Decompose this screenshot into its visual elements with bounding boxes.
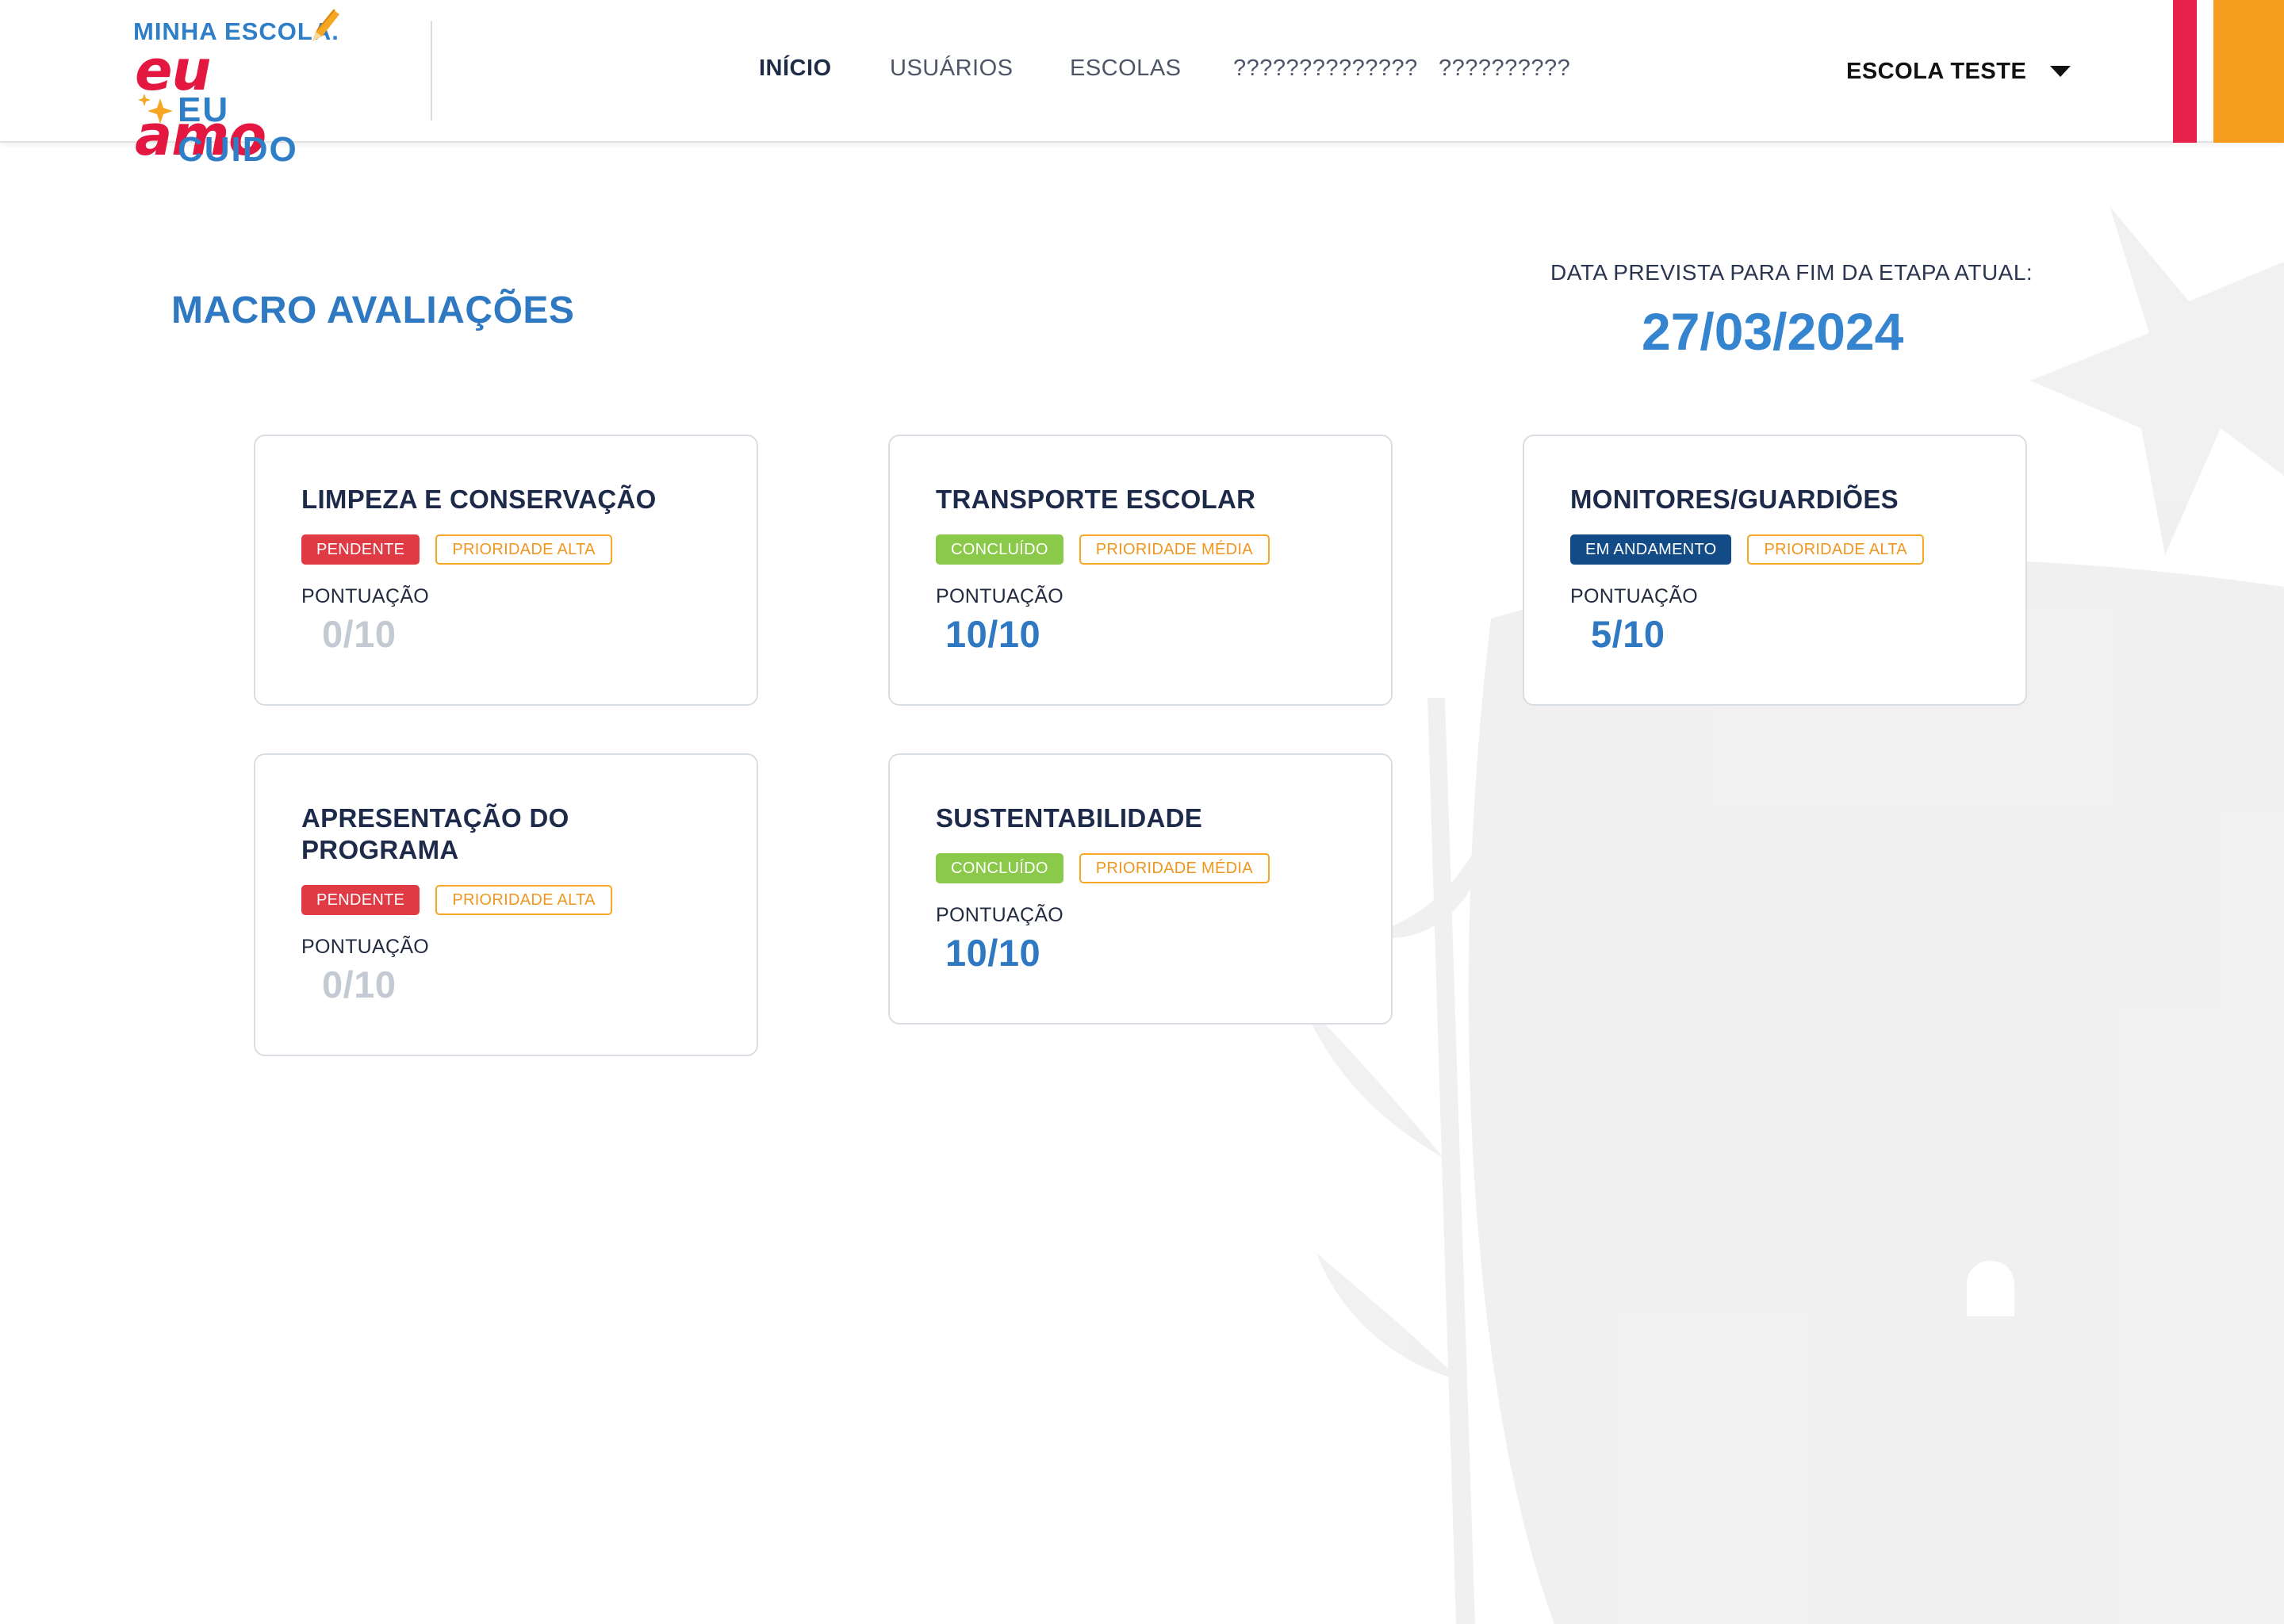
status-badge: CONCLUÍDO — [936, 853, 1063, 883]
evaluation-card-sustentabilidade[interactable]: SUSTENTABILIDADE CONCLUÍDO PRIORIDADE MÉ… — [888, 753, 1393, 1025]
card-badges: CONCLUÍDO PRIORIDADE MÉDIA — [936, 534, 1270, 565]
sparkle-icon — [138, 94, 173, 124]
logo-line-3: EU CUIDO — [178, 90, 298, 169]
card-badges: CONCLUÍDO PRIORIDADE MÉDIA — [936, 853, 1270, 883]
evaluation-card-transporte[interactable]: TRANSPORTE ESCOLAR CONCLUÍDO PRIORIDADE … — [888, 435, 1393, 706]
score-label: PONTUAÇÃO — [936, 904, 1064, 926]
score-label: PONTUAÇÃO — [936, 585, 1064, 607]
status-badge: EM ANDAMENTO — [1570, 534, 1732, 565]
score-value: 0/10 — [322, 613, 397, 655]
priority-badge: PRIORIDADE ALTA — [1747, 534, 1924, 565]
priority-badge: PRIORIDADE ALTA — [435, 534, 612, 565]
deadline-label: DATA PREVISTA PARA FIM DA ETAPA ATUAL: — [1550, 260, 2033, 285]
card-badges: PENDENTE PRIORIDADE ALTA — [301, 534, 612, 565]
deadline-date: 27/03/2024 — [1642, 302, 1904, 361]
decorative-stripe-orange — [2213, 0, 2284, 143]
priority-badge: PRIORIDADE MÉDIA — [1079, 853, 1270, 883]
card-title: SUSTENTABILIDADE — [936, 803, 1203, 833]
evaluation-card-apresentacao[interactable]: APRESENTAÇÃO DO PROGRAMA PENDENTE PRIORI… — [254, 753, 758, 1056]
nav-item-unknown-1[interactable]: ?????????????? — [1233, 56, 1418, 82]
city-coat-of-arms-watermark — [1301, 206, 2284, 1624]
card-title: LIMPEZA E CONSERVAÇÃO — [301, 485, 657, 514]
status-badge: PENDENTE — [301, 885, 420, 915]
score-label: PONTUAÇÃO — [301, 936, 430, 958]
score-value: 0/10 — [322, 963, 397, 1005]
card-title: APRESENTAÇÃO DO PROGRAMA — [301, 803, 569, 864]
school-selector-value: ESCOLA TESTE — [1846, 58, 2027, 84]
status-badge: PENDENTE — [301, 534, 420, 565]
card-badges: EM ANDAMENTO PRIORIDADE ALTA — [1570, 534, 1924, 565]
card-title: MONITORES/GUARDIÕES — [1570, 485, 1899, 514]
score-value: 5/10 — [1591, 613, 1665, 655]
top-header: MINHA ESCOLA. eu amo EU CUIDO INÍCIO USU… — [0, 0, 2284, 169]
priority-badge: PRIORIDADE ALTA — [435, 885, 612, 915]
header-divider — [431, 21, 432, 121]
priority-badge: PRIORIDADE MÉDIA — [1079, 534, 1270, 565]
nav-item-unknown-2[interactable]: ?????????? — [1439, 56, 1570, 82]
score-value: 10/10 — [945, 932, 1041, 974]
nav-item-inicio[interactable]: INÍCIO — [759, 56, 832, 82]
nav-item-escolas[interactable]: ESCOLAS — [1070, 56, 1182, 82]
decorative-stripe-red — [2173, 0, 2197, 143]
evaluation-card-limpeza[interactable]: LIMPEZA E CONSERVAÇÃO PENDENTE PRIORIDAD… — [254, 435, 758, 706]
score-value: 10/10 — [945, 613, 1041, 655]
page-title: MACRO AVALIAÇÕES — [171, 289, 575, 331]
score-label: PONTUAÇÃO — [1570, 585, 1699, 607]
school-selector[interactable]: ESCOLA TESTE — [1846, 56, 2071, 87]
card-title: TRANSPORTE ESCOLAR — [936, 485, 1256, 514]
nav-item-usuarios[interactable]: USUÁRIOS — [890, 56, 1013, 82]
app-logo[interactable]: MINHA ESCOLA. eu amo EU CUIDO — [133, 6, 339, 169]
caret-down-icon — [2050, 66, 2071, 77]
evaluation-card-monitores[interactable]: MONITORES/GUARDIÕES EM ANDAMENTO PRIORID… — [1523, 435, 2027, 706]
card-badges: PENDENTE PRIORIDADE ALTA — [301, 885, 612, 915]
score-label: PONTUAÇÃO — [301, 585, 430, 607]
status-badge: CONCLUÍDO — [936, 534, 1063, 565]
